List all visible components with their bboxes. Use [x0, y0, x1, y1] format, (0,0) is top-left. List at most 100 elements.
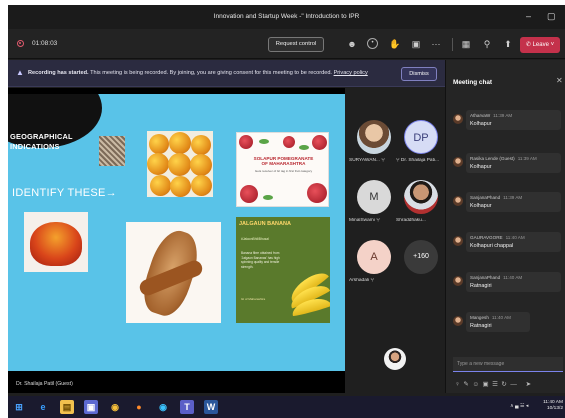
browser-icon[interactable]: ◉ — [156, 400, 170, 414]
presentation-slide: GEOGRAPHICAL INDICATIONS IDENTIFY THESE→ — [8, 94, 345, 371]
share-icon[interactable]: ⬆ — [502, 38, 514, 50]
mic-off-icon: ⚲ — [370, 278, 374, 283]
avatar — [453, 236, 463, 246]
firefox-icon[interactable]: ● — [132, 400, 146, 414]
participant-name: ⚲ Dr. Shailaja Pati... — [396, 158, 439, 163]
edge-icon[interactable]: e — [36, 400, 50, 414]
dismiss-button[interactable]: Dismiss — [401, 67, 437, 81]
message-bubble[interactable]: SanjanaPhand 11:39 AM Kolhapur — [466, 192, 561, 212]
more-icon[interactable]: ··· — [430, 38, 442, 50]
participant-tile[interactable]: M MinalSwami ⚲ — [348, 176, 398, 236]
banana-title: JALGAUN BANANA — [239, 221, 291, 227]
message-bubble[interactable]: GAURAVGORE 11:40 AM Kolhapuri chappal — [466, 232, 561, 252]
banana-foot: GI of Maharashtra — [241, 297, 266, 301]
warning-icon: ▲ — [16, 68, 24, 77]
banner-bold: Recording has started. — [28, 70, 89, 76]
participant-tile[interactable]: DP ⚲ Dr. Shailaja Pati... — [395, 116, 445, 176]
self-view-tile[interactable] — [381, 346, 411, 376]
message-text: Ratnagiri — [470, 323, 492, 329]
presenter-name: Dr. Shailaja Patil (Guest) — [16, 381, 73, 387]
message-bubble[interactable]: Mangesh 11:40 AM Ratnagiri — [466, 312, 530, 332]
chrome-icon[interactable]: ◉ — [108, 400, 122, 414]
message-text: Kolhapur — [470, 203, 492, 209]
participant-gallery: SURYAWAN... ⚲ DP ⚲ Dr. Shailaja Pati... … — [345, 88, 445, 393]
message-text: Kolhapuri chappal — [470, 243, 514, 249]
word-icon[interactable]: W — [204, 400, 218, 414]
close-icon[interactable]: ✕ — [556, 76, 563, 85]
avatar — [453, 276, 463, 286]
chat-message: SanjanaPhand 11:40 AM Ratnagiri — [451, 272, 563, 298]
windows-taskbar: ⊞ e ▤ ▣ ◉ ● ◉ T W ∧ ▄ ☱ ◂ 11:40 AM 10/13… — [8, 396, 565, 418]
participant-name: Arshadali ⚲ — [349, 278, 374, 283]
phone-icon: ✆ — [525, 42, 531, 48]
meeting-chat-panel: Meeting chat ✕ AtharvaW 11:39 AM Kolhapur… — [445, 60, 565, 393]
message-bubble[interactable]: Rasika Lende (Guest) 11:39 AM Kolhapur — [466, 153, 561, 173]
message-text: Kolhapur — [470, 164, 492, 170]
teams-icon[interactable]: T — [180, 400, 194, 414]
chat-message: Rasika Lende (Guest) 11:39 AM Kolhapur — [451, 153, 563, 179]
message-meta: SanjanaPhand 11:40 AM — [470, 275, 523, 280]
mic-off-icon: ⚲ — [376, 218, 380, 223]
windows-start-icon[interactable]: ⊞ — [12, 400, 26, 414]
leave-button[interactable]: ✆ Leave ˅ — [520, 37, 560, 53]
reactions-icon[interactable]: ✋ — [389, 38, 401, 50]
rooms-icon[interactable]: ▣ — [410, 38, 422, 50]
compose-toolbar[interactable]: ♀✎☺▣☰↻— ➤ — [455, 380, 563, 390]
participant-tile[interactable]: Shraddhaku... — [395, 176, 445, 236]
avatar — [384, 348, 406, 370]
more-participants-tile[interactable]: +160 — [395, 236, 445, 296]
pomegranate-title: SOLAPUR POMEGRANATE OF MAHARASHTRA — [253, 156, 314, 166]
message-meta: Mangesh 11:40 AM — [470, 315, 511, 320]
camera-icon[interactable]: ▦ — [460, 38, 472, 50]
avatar: M — [357, 180, 391, 214]
system-tray[interactable]: ∧ ▄ ☱ ◂ — [510, 403, 528, 409]
message-meta: Rasika Lende (Guest) 11:39 AM — [470, 156, 537, 161]
title-bar: Innovation and Startup Week -" Introduct… — [8, 5, 565, 29]
avatar — [453, 316, 463, 326]
gi-logo-image — [99, 136, 125, 166]
message-bubble[interactable]: SanjanaPhand 11:40 AM Ratnagiri — [466, 272, 561, 292]
heading-line-1: GEOGRAPHICAL — [10, 132, 73, 141]
request-control-button[interactable]: Request control — [268, 37, 324, 52]
chat-icon[interactable]: • — [367, 38, 378, 49]
maximize-button[interactable]: ▢ — [547, 11, 556, 22]
message-bubble[interactable]: AtharvaW 11:39 AM Kolhapur — [466, 110, 561, 130]
privacy-policy-link[interactable]: Privacy policy — [334, 70, 368, 76]
avatar — [453, 157, 463, 167]
file-explorer-icon[interactable]: ▤ — [60, 400, 74, 414]
participants-icon[interactable]: ☻ — [346, 38, 358, 50]
pomegranate-sub: Gets receiver of GI tag in first fruit c… — [254, 169, 313, 173]
avatar — [453, 196, 463, 206]
mic-off-icon: ⚲ — [396, 158, 400, 163]
chat-message: AtharvaW 11:39 AM Kolhapur — [451, 110, 563, 136]
shared-content: GEOGRAPHICAL INDICATIONS IDENTIFY THESE→ — [8, 88, 345, 393]
avatar — [357, 120, 391, 154]
avatar: DP — [404, 120, 438, 154]
meeting-timer: 01:08:03 — [32, 40, 58, 47]
chat-message: Mangesh 11:40 AM Ratnagiri — [451, 312, 563, 338]
message-input[interactable]: Type a new message — [453, 357, 563, 372]
chat-message: GAURAVGORE 11:40 AM Kolhapuri chappal — [451, 232, 563, 258]
recording-icon — [17, 40, 24, 47]
mic-off-icon: ⚲ — [381, 158, 385, 163]
toolbar-divider — [452, 38, 453, 51]
chappal-image — [126, 222, 221, 323]
participant-tile[interactable]: A Arshadali ⚲ — [348, 236, 398, 296]
participant-tile[interactable]: SURYAWAN... ⚲ — [348, 116, 398, 176]
meeting-toolbar: 01:08:03 Request control ☻ • ✋ ▣ ··· ▦ ⚲… — [8, 29, 565, 59]
banner-text: This meeting is being recorded. By joini… — [90, 70, 332, 76]
teams-window: Innovation and Startup Week -" Introduct… — [8, 5, 565, 418]
message-text: Kolhapur — [470, 121, 492, 127]
chat-title: Meeting chat — [453, 79, 493, 86]
participant-name: MinalSwami ⚲ — [349, 218, 380, 223]
window-title: Innovation and Startup Week -" Introduct… — [213, 13, 360, 20]
participant-name: Shraddhaku... — [396, 218, 426, 223]
taskbar-clock[interactable]: 11:40 AM 10/13/2 — [539, 400, 563, 412]
slide-heading: GEOGRAPHICAL INDICATIONS — [10, 132, 92, 152]
chevron-down-icon[interactable]: ˅ — [551, 42, 555, 48]
minimize-button[interactable]: – — [526, 11, 531, 21]
message-text: Ratnagiri — [470, 283, 492, 289]
mic-icon[interactable]: ⚲ — [481, 38, 493, 50]
banner-message: Recording has started. This meeting is b… — [28, 70, 368, 76]
store-icon[interactable]: ▣ — [84, 400, 98, 414]
